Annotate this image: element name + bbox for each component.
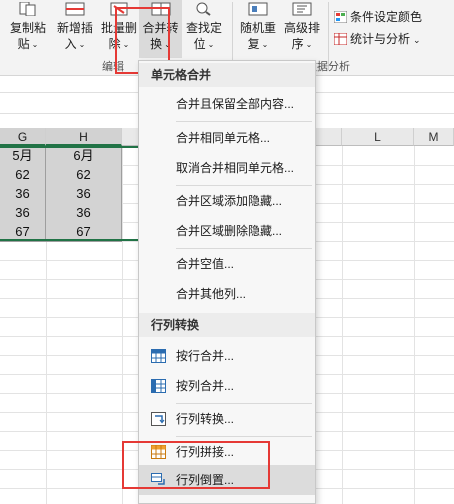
chevron-down-icon: ⌄: [261, 40, 269, 49]
find-locate-label-2: 位 ⌄: [193, 37, 215, 51]
menu-item-transpose[interactable]: 行列转换...: [139, 404, 315, 434]
menu-item-label: 按行合并...: [176, 349, 235, 363]
chevron-down-icon: ⌄: [207, 40, 215, 49]
copy-paste-label-2: 贴 ⌄: [17, 37, 39, 51]
column-header-g[interactable]: G: [0, 128, 46, 146]
menu-section-row-column-convert: 行列转换: [139, 313, 315, 337]
menu-separator: [176, 121, 312, 122]
chevron-down-icon: ⌄: [305, 40, 313, 49]
statistics-analysis-button[interactable]: 统计与分析 ⌄: [334, 30, 421, 48]
copy-paste-icon: [19, 2, 36, 16]
chevron-down-icon: ⌄: [78, 40, 86, 49]
menu-item-merge-remove-hidden[interactable]: 合并区域删除隐藏...: [139, 216, 315, 246]
conditional-color-label: 条件设定颜色: [350, 10, 423, 24]
chevron-down-icon: ⌄: [413, 35, 421, 45]
find-locate-icon: [196, 2, 211, 16]
chevron-down-icon: ⌄: [31, 40, 39, 49]
menu-item-merge-by-column[interactable]: 按列合并...: [139, 371, 315, 401]
menu-item-merge-empty[interactable]: 合并空值...: [139, 249, 315, 279]
conditional-color-icon: [334, 11, 347, 23]
column-header-h[interactable]: H: [46, 128, 122, 146]
advanced-sort-icon: [292, 2, 312, 16]
insert-button[interactable]: 新增插 入 ⌄: [53, 0, 97, 58]
statistics-label: 统计与分析: [350, 32, 411, 46]
highlight-box-row-column-items: [122, 441, 270, 489]
column-header-m[interactable]: M: [414, 128, 454, 146]
menu-item-label: 按列合并...: [176, 379, 235, 393]
menu-item-merge-add-hidden[interactable]: 合并区域添加隐藏...: [139, 186, 315, 216]
menu-item-unmerge-same-cells[interactable]: 取消合并相同单元格...: [139, 153, 315, 183]
menu-section-cell-merge: 单元格合并: [139, 63, 315, 87]
random-repeat-button[interactable]: 随机重 复 ⌄: [236, 0, 280, 58]
find-locate-label-1: 查找定: [185, 21, 222, 35]
advanced-sort-label-2: 序 ⌄: [291, 37, 313, 51]
menu-item-label: 行列转换...: [176, 412, 235, 426]
insert-label-1: 新增插: [56, 21, 93, 35]
selection-border: [0, 146, 140, 241]
statistics-icon: [334, 33, 347, 45]
column-header-l[interactable]: L: [342, 128, 414, 146]
menu-item-merge-same-cells[interactable]: 合并相同单元格...: [139, 123, 315, 153]
random-repeat-label-2: 复 ⌄: [247, 37, 269, 51]
column-merge-icon: [151, 379, 166, 393]
transpose-icon: [151, 412, 166, 426]
find-locate-button[interactable]: 查找定 位 ⌄: [182, 0, 226, 58]
random-repeat-icon: [248, 2, 268, 16]
copy-paste-label-1: 复制粘: [9, 21, 46, 35]
menu-item-merge-other-columns[interactable]: 合并其他列...: [139, 279, 315, 309]
conditional-color-button[interactable]: 条件设定颜色: [334, 8, 422, 26]
menu-item-merge-by-row[interactable]: 按行合并...: [139, 341, 315, 371]
random-repeat-label-1: 随机重: [239, 21, 276, 35]
advanced-sort-button[interactable]: 高级排 序 ⌄: [280, 0, 324, 58]
advanced-sort-label-1: 高级排: [283, 21, 320, 35]
row-merge-icon: [151, 349, 166, 363]
insert-icon: [65, 2, 85, 16]
insert-label-2: 入 ⌄: [64, 37, 86, 51]
copy-paste-button[interactable]: 复制粘 贴 ⌄: [6, 0, 50, 58]
merge-convert-menu: 单元格合并 合并且保留全部内容... 合并相同单元格... 取消合并相同单元格.…: [138, 60, 316, 504]
menu-item-merge-keep-all[interactable]: 合并且保留全部内容...: [139, 89, 315, 119]
